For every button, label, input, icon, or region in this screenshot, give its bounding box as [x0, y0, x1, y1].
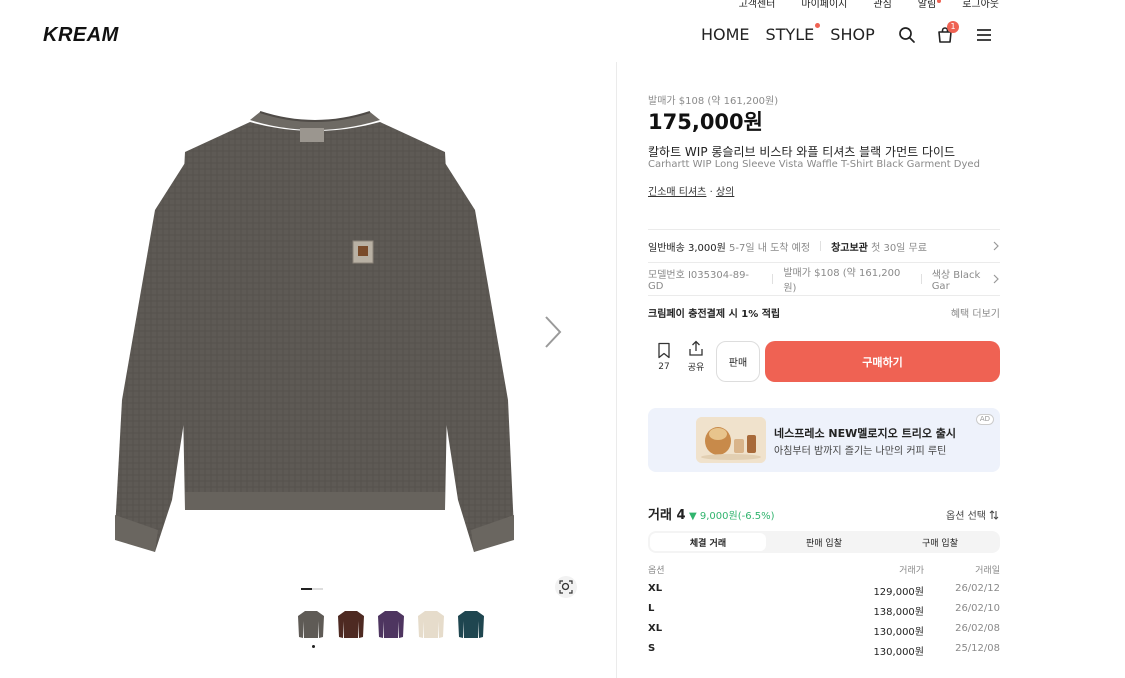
header-option: 옵션	[648, 566, 665, 576]
util-link-notifications[interactable]: 알림	[917, 0, 942, 10]
storage-label: 창고보관	[831, 242, 868, 254]
category-breadcrumb: 긴소매 티셔츠 · 상의	[648, 183, 1000, 198]
action-bar: 27 공유	[648, 340, 712, 373]
ad-coffee-image	[696, 417, 766, 463]
nav-style-label: STYLE	[765, 25, 815, 44]
specs-row[interactable]: 모델번호 I035304-89-GD 발매가 $108 (약 161,200원)…	[648, 262, 1000, 295]
next-image-arrow[interactable]	[540, 314, 566, 350]
menu-icon[interactable]	[975, 26, 993, 44]
image-page-indicator-active	[301, 588, 312, 590]
row-date: 26/02/08	[955, 623, 1000, 634]
column-divider	[616, 62, 617, 678]
ad-banner[interactable]: 네스프레소 NEW멜로지오 트리오 출시 아침부터 밤까지 즐기는 나만의 커피…	[648, 408, 1000, 472]
ad-subtitle: 아침부터 밤까지 즐기는 나만의 커피 루틴	[774, 446, 947, 457]
share-button[interactable]: 공유	[680, 340, 712, 373]
row-date: 25/12/08	[955, 643, 1000, 654]
row-price: 130,000원	[873, 627, 924, 638]
ad-title: 네스프레소 NEW멜로지오 트리오 출시	[774, 427, 957, 440]
buy-button[interactable]: 구매하기	[765, 341, 1000, 382]
thumb-purple[interactable]	[377, 607, 405, 641]
wish-button[interactable]: 27	[648, 342, 680, 372]
brand-logo[interactable]: KREAM	[43, 24, 119, 47]
utility-bar: 고객센터 마이페이지 관심 알림 로그아웃	[739, 0, 999, 10]
share-label: 공유	[687, 363, 705, 373]
thumb-cream[interactable]	[417, 607, 445, 641]
product-price: 175,000원	[648, 110, 763, 134]
category-link-longsleeve[interactable]: 긴소매 티셔츠	[648, 187, 706, 198]
trades-price-change: ▼ 9,000원(-6.5%)	[689, 511, 775, 522]
option-select-label: 옵션 선택	[946, 511, 986, 522]
nav-shop[interactable]: SHOP	[830, 25, 874, 44]
row-separator	[820, 241, 822, 251]
main-nav: HOME STYLE SHOP	[701, 23, 875, 44]
trade-tabs: 체결 거래 판매 입찰 구매 입찰	[648, 531, 1000, 553]
bookmark-icon	[658, 342, 670, 358]
style-new-dot	[815, 23, 821, 28]
release-price: 발매가 $108 (약 161,200원)	[648, 96, 779, 107]
header-price: 거래가	[899, 566, 924, 576]
row-separator	[920, 274, 922, 284]
shipping-eta: 5-7일 내 도착 예정	[729, 242, 811, 254]
benefit-row: 크림페이 충전결제 시 1% 적립 혜택 더보기	[648, 295, 1000, 328]
row-separator	[772, 274, 774, 284]
product-image	[100, 100, 530, 560]
row-option: S	[648, 643, 656, 654]
shipping-row[interactable]: 일반배송 3,000원 5-7일 내 도착 예정 창고보관 첫 30일 무료	[648, 229, 1000, 262]
shipping-label: 일반배송 3,000원	[648, 242, 726, 254]
trades-title: 거래 4	[648, 508, 686, 523]
search-icon[interactable]	[898, 26, 916, 44]
sell-button[interactable]: 판매	[716, 341, 760, 382]
row-date: 26/02/12	[955, 583, 1000, 594]
ad-tag: AD	[975, 414, 994, 425]
spec-color: 색상 Black Gar	[931, 270, 981, 292]
share-icon	[689, 340, 703, 356]
spec-release-price: 발매가 $108 (약 161,200원)	[783, 268, 901, 294]
row-date: 26/02/10	[955, 603, 1000, 614]
sort-icon	[989, 509, 999, 520]
row-price: 130,000원	[873, 647, 924, 658]
chevron-right-icon	[993, 274, 999, 284]
thumb-brown[interactable]	[337, 607, 365, 641]
row-price: 138,000원	[873, 607, 924, 618]
nav-home[interactable]: HOME	[701, 25, 750, 44]
option-select-button[interactable]: 옵션 선택	[946, 507, 999, 522]
thumb-teal[interactable]	[457, 607, 485, 641]
storage-note: 첫 30일 무료	[871, 242, 927, 254]
tab-completed-trades[interactable]: 체결 거래	[650, 533, 766, 551]
product-name-ko: 칼하트 WIP 롱슬리브 비스타 와플 티셔츠 블랙 가먼트 다이드	[648, 145, 956, 159]
util-link-notifications-label: 알림	[917, 0, 937, 10]
color-thumbnails	[297, 607, 485, 641]
thumb-gray[interactable]	[297, 607, 325, 641]
zoom-icon[interactable]	[555, 576, 577, 598]
tab-buy-bids[interactable]: 구매 입찰	[882, 533, 998, 551]
benefit-text: 크림페이 충전결제 시 1% 적립	[648, 308, 781, 320]
category-link-tops[interactable]: 상의	[716, 187, 734, 198]
util-link-mypage[interactable]: 마이페이지	[801, 0, 847, 10]
nav-style[interactable]: STYLE	[765, 23, 821, 44]
util-link-interest[interactable]: 관심	[873, 0, 891, 10]
row-option: XL	[648, 623, 663, 634]
selected-thumb-dot	[312, 645, 315, 648]
row-price: 129,000원	[873, 587, 924, 598]
cart-count-badge: 1	[947, 21, 959, 33]
image-page-indicator	[301, 588, 323, 590]
util-link-logout[interactable]: 로그아웃	[962, 0, 999, 10]
row-option: L	[648, 603, 655, 614]
header-date: 거래일	[975, 566, 1000, 576]
category-separator: ·	[706, 187, 716, 198]
tab-sell-bids[interactable]: 판매 입찰	[766, 533, 882, 551]
cart-icon[interactable]: 1	[936, 21, 959, 44]
benefit-more-link[interactable]: 혜택 더보기	[951, 305, 1000, 320]
model-number: 모델번호 I035304-89-GD	[648, 270, 750, 292]
product-name-en: Carhartt WIP Long Sleeve Vista Waffle T-…	[648, 159, 980, 170]
util-link-support[interactable]: 고객센터	[739, 0, 776, 10]
chevron-right-icon	[993, 241, 999, 251]
row-option: XL	[648, 583, 663, 594]
wish-count: 27	[658, 361, 670, 372]
notification-dot	[937, 0, 942, 3]
